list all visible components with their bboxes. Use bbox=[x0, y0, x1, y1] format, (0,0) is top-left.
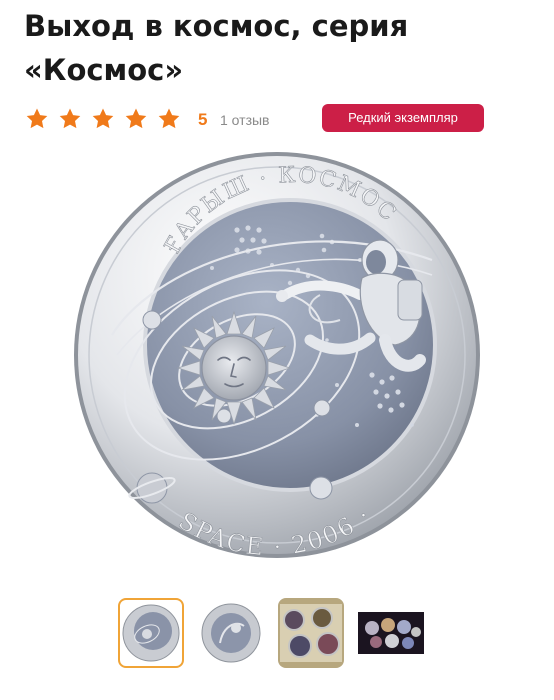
rare-item-badge: Редкий экземпляр bbox=[322, 104, 484, 132]
rating-row: 5 1 отзыв Редкий экземпляр bbox=[24, 103, 534, 135]
reviews-link[interactable]: 1 отзыв bbox=[220, 112, 270, 128]
product-title: Выход в космос, серия «Космос» bbox=[24, 9, 409, 87]
rating-stars[interactable] bbox=[24, 107, 182, 131]
star-icon bbox=[125, 108, 147, 129]
image-thumbnail-strip bbox=[118, 598, 438, 670]
main-product-image[interactable]: ҒАРЫШ · КОСМОС SPACE · 2006 · bbox=[72, 150, 482, 562]
star-icon bbox=[59, 108, 81, 129]
thumbnail-coin-obverse[interactable] bbox=[198, 598, 264, 668]
thumbnail-coin-reverse[interactable] bbox=[118, 598, 184, 668]
star-icon bbox=[26, 108, 48, 129]
star-icon bbox=[158, 108, 180, 129]
thumbnail-coin-set-photo[interactable] bbox=[278, 598, 344, 668]
thumbnail-coin-collection-display[interactable] bbox=[358, 598, 424, 668]
rating-value: 5 bbox=[198, 110, 208, 129]
coin-image: ҒАРЫШ · КОСМОС SPACE · 2006 · bbox=[74, 152, 480, 562]
star-icon bbox=[92, 108, 114, 129]
